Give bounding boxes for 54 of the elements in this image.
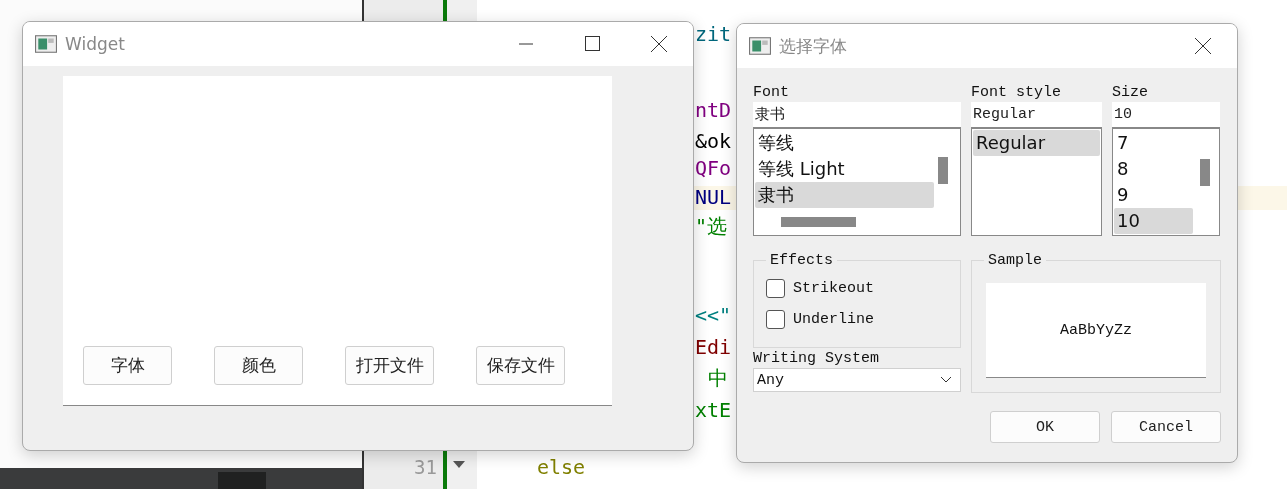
font-style-label: Font style [971, 84, 1062, 102]
font-list[interactable]: 等线 等线 Light 隶书 [753, 128, 961, 236]
font-style-item[interactable]: Regular [973, 130, 1100, 156]
dialog-button[interactable]: OK [990, 411, 1100, 443]
code-text: else [537, 455, 586, 479]
writing-system-combo[interactable]: Any [753, 368, 961, 392]
font-style-input[interactable]: Regular [971, 102, 1102, 128]
size-input[interactable]: 10 [1112, 102, 1220, 128]
window-title: 选择字体 [779, 34, 847, 58]
code-text: ntD [695, 98, 732, 122]
group-title: Effects [769, 252, 834, 269]
font-style-list[interactable]: Regular [971, 128, 1102, 236]
code-text: NUL [695, 185, 732, 209]
code-text: 中 [708, 366, 728, 390]
window-icon [35, 35, 57, 53]
code-text: zit [695, 22, 732, 46]
writing-system-label: Writing System [753, 350, 881, 368]
scrollbar-thumb[interactable] [1200, 159, 1210, 186]
code-text: &ok [695, 129, 732, 153]
fold-icon[interactable] [453, 461, 465, 469]
code-text: <<" [695, 303, 732, 327]
push-button[interactable]: 颜色 [214, 346, 303, 385]
font-list-item[interactable]: 等线 [755, 130, 934, 156]
checkbox-label[interactable]: Strikeout [793, 280, 874, 297]
text-area[interactable]: 字体 颜色 打开文件 保存文件 [63, 76, 612, 406]
checkbox[interactable] [766, 310, 785, 329]
checkbox-label[interactable]: Underline [793, 311, 874, 328]
code-text: "选 [695, 214, 728, 238]
scrollbar-thumb[interactable] [938, 157, 948, 184]
size-list-item[interactable]: 7 [1114, 130, 1193, 156]
size-list[interactable]: 7 8 9 10 [1112, 128, 1220, 236]
font-label: Font [753, 84, 790, 102]
font-input[interactable]: 隶书 [753, 102, 961, 128]
font-list-item[interactable]: 隶书 [755, 182, 934, 208]
chevron-icon [940, 376, 952, 384]
size-list-item[interactable]: 8 [1114, 156, 1193, 182]
push-button[interactable]: 字体 [83, 346, 172, 385]
size-list-item[interactable]: 10 [1114, 208, 1193, 234]
window-title: Widget [65, 34, 125, 54]
scrollbar-thumb[interactable] [781, 217, 856, 227]
size-list-item[interactable]: 9 [1114, 182, 1193, 208]
group-title: Sample [987, 252, 1043, 269]
push-button[interactable]: 打开文件 [345, 346, 434, 385]
code-text: xtE [695, 398, 732, 422]
code-text: QFo [695, 156, 732, 180]
checkbox[interactable] [766, 279, 785, 298]
dialog-button[interactable]: Cancel [1111, 411, 1221, 443]
font-list-item[interactable]: 等线 Light [755, 156, 934, 182]
push-button[interactable]: 保存文件 [476, 346, 565, 385]
code-text: Edi [695, 335, 732, 359]
sample-text: AaBbYyZz [1060, 321, 1132, 339]
line-number: 31 [413, 455, 437, 479]
window-icon [749, 37, 771, 55]
size-label: Size [1112, 84, 1149, 102]
